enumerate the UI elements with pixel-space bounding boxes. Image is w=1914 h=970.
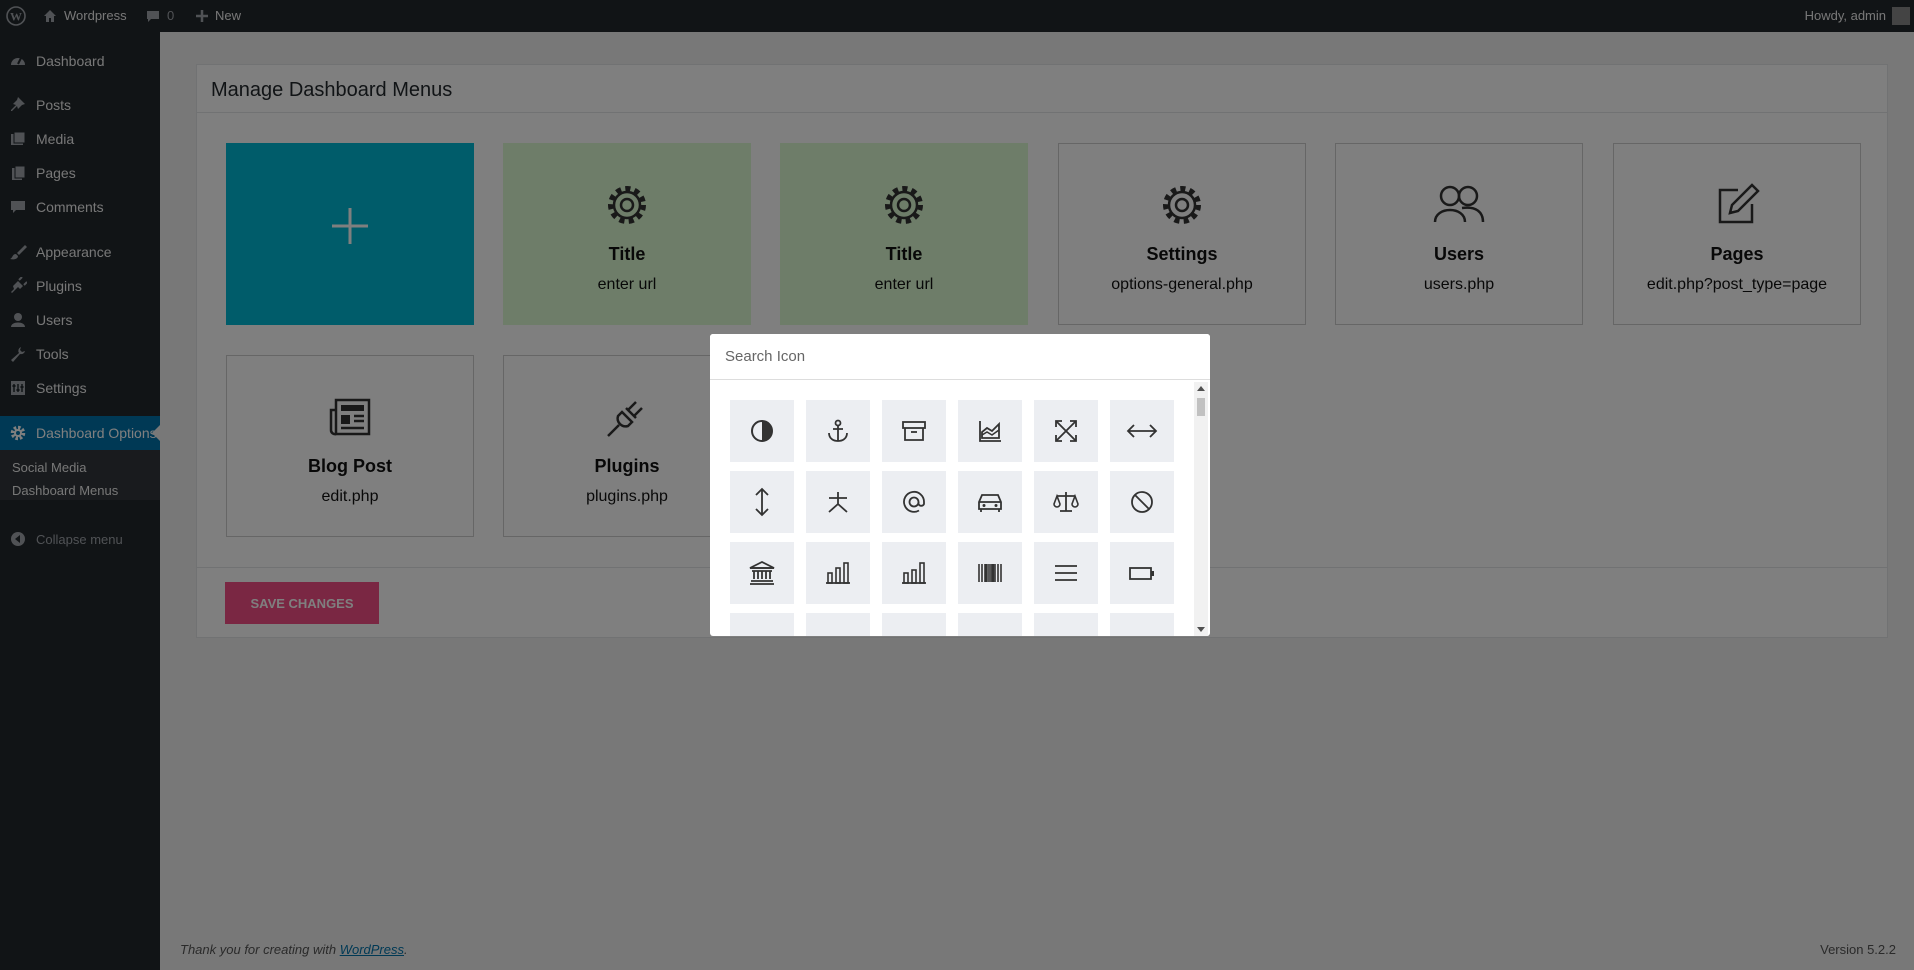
balance-scale-icon[interactable] xyxy=(1034,471,1098,533)
ban-icon[interactable] xyxy=(1110,471,1174,533)
icon-option[interactable] xyxy=(730,613,794,636)
icon-picker-modal xyxy=(710,334,1210,636)
battery-icon[interactable] xyxy=(1110,542,1174,604)
bar-chart-alt-icon[interactable] xyxy=(882,542,946,604)
adjust-icon[interactable] xyxy=(730,400,794,462)
car-icon[interactable] xyxy=(958,471,1022,533)
scroll-up-arrow-icon[interactable] xyxy=(1197,386,1205,391)
icon-grid xyxy=(730,400,1175,636)
asterisk-icon[interactable] xyxy=(806,471,870,533)
scroll-down-arrow-icon[interactable] xyxy=(1197,627,1205,632)
barcode-icon[interactable] xyxy=(958,542,1022,604)
icon-option[interactable] xyxy=(882,613,946,636)
archive-icon[interactable] xyxy=(882,400,946,462)
icon-grid-scrollbar[interactable] xyxy=(1194,382,1208,636)
search-icon-input[interactable] xyxy=(710,334,1210,380)
at-icon[interactable] xyxy=(882,471,946,533)
arrows-expand-icon[interactable] xyxy=(1034,400,1098,462)
icon-option[interactable] xyxy=(806,613,870,636)
icon-option[interactable] xyxy=(958,613,1022,636)
icon-option[interactable] xyxy=(1110,613,1174,636)
scroll-thumb[interactable] xyxy=(1197,398,1205,416)
arrows-vertical-icon[interactable] xyxy=(730,471,794,533)
area-chart-icon[interactable] xyxy=(958,400,1022,462)
anchor-icon[interactable] xyxy=(806,400,870,462)
bars-icon[interactable] xyxy=(1034,542,1098,604)
arrows-horizontal-icon[interactable] xyxy=(1110,400,1174,462)
bank-icon[interactable] xyxy=(730,542,794,604)
bar-chart-icon[interactable] xyxy=(806,542,870,604)
icon-option[interactable] xyxy=(1034,613,1098,636)
